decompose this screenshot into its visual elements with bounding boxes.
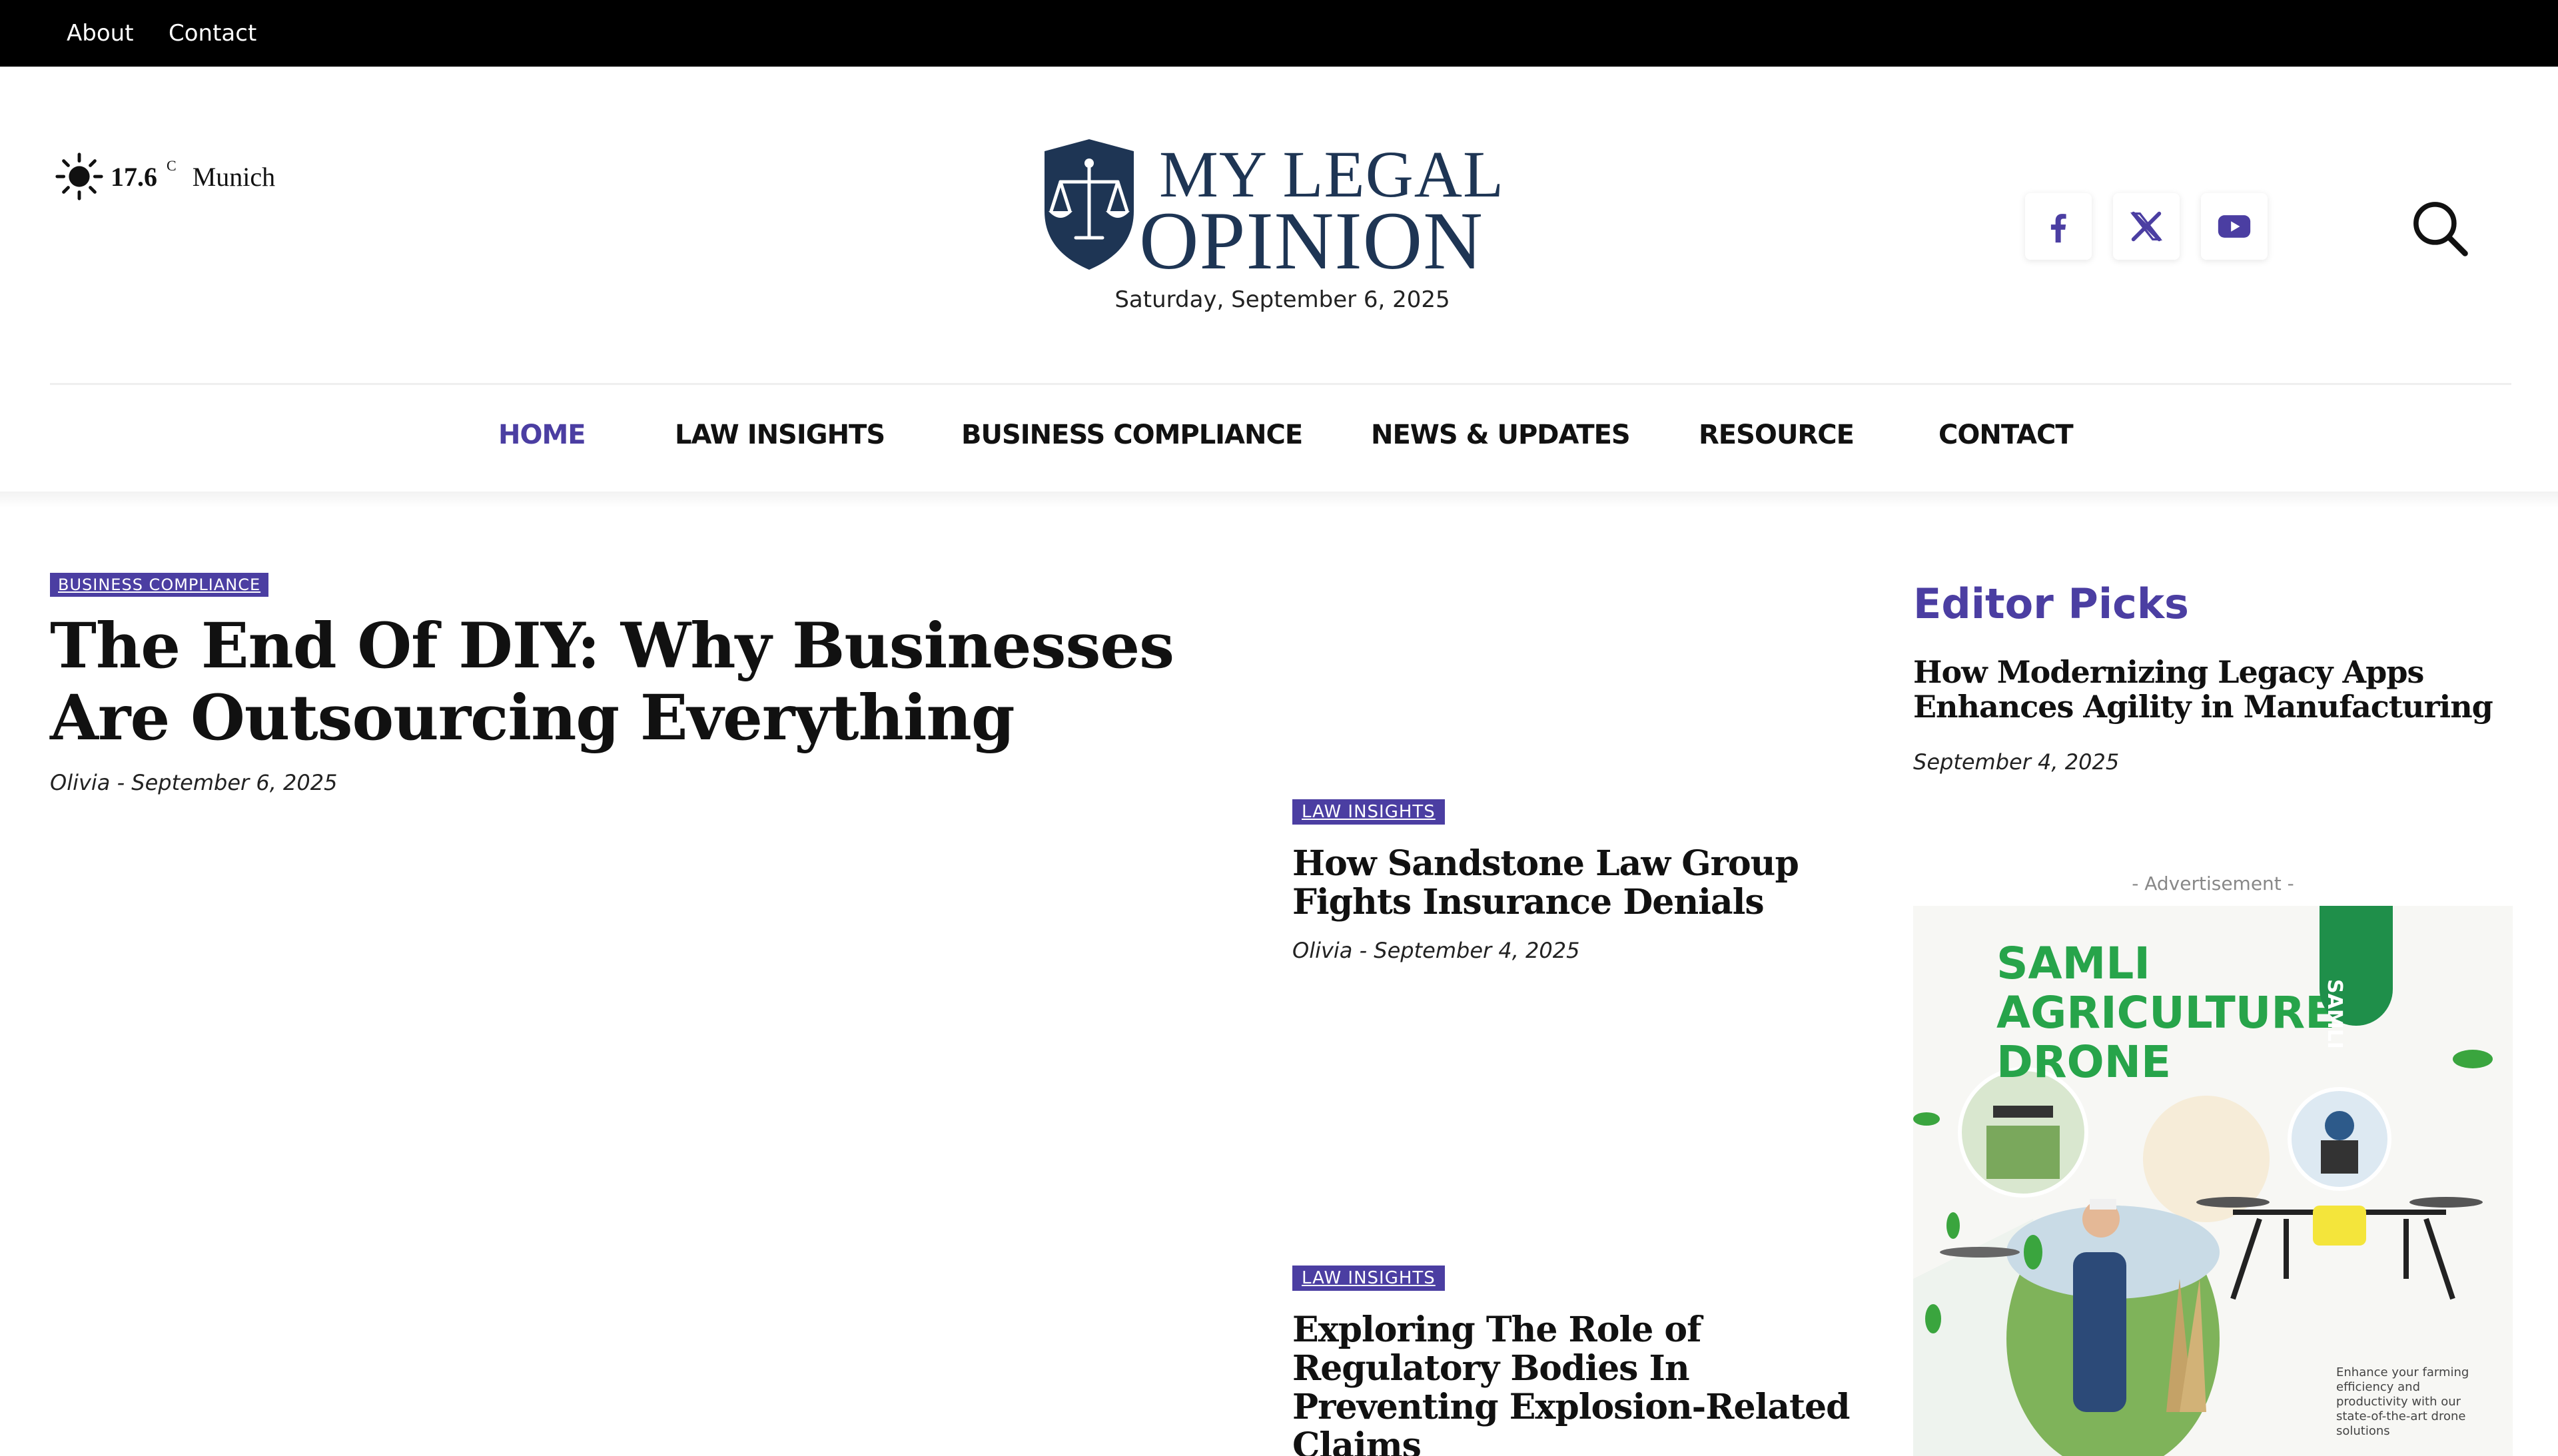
nav-item-news-updates[interactable]: NEWS & UPDATES bbox=[1371, 420, 1631, 450]
weather-unit: C bbox=[167, 157, 177, 174]
weather-city: Munich bbox=[192, 161, 276, 192]
featured-article-title[interactable]: The End Of DIY: Why Businesses Are Outso… bbox=[50, 609, 1174, 755]
article-card-title[interactable]: Exploring The Role of Regulatory Bodies … bbox=[1292, 1309, 1850, 1456]
facebook-link[interactable] bbox=[2025, 193, 2092, 260]
sidebar-title: Editor Picks bbox=[1913, 579, 2189, 628]
youtube-icon bbox=[2218, 215, 2251, 238]
header-divider bbox=[50, 383, 2511, 385]
sun-icon bbox=[55, 153, 103, 200]
x-icon bbox=[2130, 211, 2163, 242]
ad-fine-print: Enhance your farming efficiency and prod… bbox=[2336, 1365, 2469, 1438]
top-link-contact[interactable]: Contact bbox=[169, 20, 256, 47]
sidebar-editor-picks: Editor Picks How Modernizing Legacy Apps… bbox=[1913, 579, 2513, 775]
advertisement-banner[interactable]: SAMLI AGRICULTURE DRONE SAMLI Enhance yo… bbox=[1913, 906, 2513, 1456]
category-badge[interactable]: BUSINESS COMPLIANCE bbox=[50, 573, 269, 597]
social-links bbox=[2025, 193, 2268, 260]
nav-item-business-compliance[interactable]: BUSINESS COMPLIANCE bbox=[961, 420, 1303, 450]
article-author[interactable]: Olivia bbox=[50, 770, 110, 795]
nav-item-home[interactable]: HOME bbox=[498, 420, 586, 450]
site-logo[interactable]: MY LEGAL OPINION bbox=[1039, 133, 1525, 286]
top-bar: About Contact bbox=[0, 0, 2558, 67]
meta-separator: - bbox=[117, 770, 132, 795]
editor-pick-date: September 4, 2025 bbox=[1913, 749, 2120, 775]
article-meta: Olivia - September 4, 2025 bbox=[1292, 938, 1879, 963]
main-nav: HOME LAW INSIGHTS BUSINESS COMPLIANCE NE… bbox=[0, 420, 2558, 480]
ad-brand-tag: SAMLI bbox=[2320, 906, 2393, 1049]
nav-item-law-insights[interactable]: LAW INSIGHTS bbox=[675, 420, 885, 450]
search-button[interactable] bbox=[2408, 196, 2471, 260]
nav-shadow bbox=[0, 492, 2558, 508]
article-date: September 6, 2025 bbox=[131, 770, 338, 795]
current-date: Saturday, September 6, 2025 bbox=[1114, 286, 1450, 313]
featured-article: BUSINESS COMPLIANCE The End Of DIY: Why … bbox=[50, 573, 1249, 795]
category-badge[interactable]: LAW INSIGHTS bbox=[1292, 1266, 1445, 1291]
nav-item-resource[interactable]: RESOURCE bbox=[1699, 420, 1855, 450]
x-link[interactable] bbox=[2113, 193, 2180, 260]
weather-widget: 17.6 C Munich bbox=[53, 147, 275, 206]
youtube-link[interactable] bbox=[2201, 193, 2268, 260]
search-icon bbox=[2413, 202, 2468, 256]
meta-separator: - bbox=[1359, 938, 1374, 963]
top-link-about[interactable]: About bbox=[67, 20, 134, 47]
ad-brand-tag-text: SAMLI bbox=[2323, 979, 2346, 1049]
ad-headline-line2: AGRICULTURE bbox=[1996, 987, 2336, 1038]
article-card: LAW INSIGHTS How Sandstone Law Group Fig… bbox=[1292, 799, 1879, 963]
facebook-icon bbox=[2050, 214, 2066, 243]
category-badge[interactable]: LAW INSIGHTS bbox=[1292, 799, 1445, 825]
ad-headline-line3: DRONE bbox=[1996, 1036, 2172, 1088]
article-date: September 4, 2025 bbox=[1374, 938, 1580, 963]
article-author[interactable]: Olivia bbox=[1292, 938, 1352, 963]
advertisement-label: - Advertisement - bbox=[2132, 873, 2294, 895]
nav-item-contact[interactable]: CONTACT bbox=[1938, 420, 2074, 450]
ad-headline: SAMLI AGRICULTURE DRONE bbox=[1996, 939, 2335, 1087]
ad-headline-line1: SAMLI bbox=[1996, 938, 2150, 989]
article-card: LAW INSIGHTS Exploring The Role of Regul… bbox=[1292, 1266, 1879, 1456]
article-card-title[interactable]: How Sandstone Law Group Fights Insurance… bbox=[1292, 843, 1799, 922]
scales-shield-icon bbox=[1045, 139, 1134, 270]
weather-temperature: 17.6 bbox=[111, 161, 157, 192]
logo-text-line2: OPINION bbox=[1139, 195, 1484, 286]
article-meta: Olivia - September 6, 2025 bbox=[50, 770, 1249, 795]
editor-pick-title[interactable]: How Modernizing Legacy Apps Enhances Agi… bbox=[1913, 654, 2493, 725]
